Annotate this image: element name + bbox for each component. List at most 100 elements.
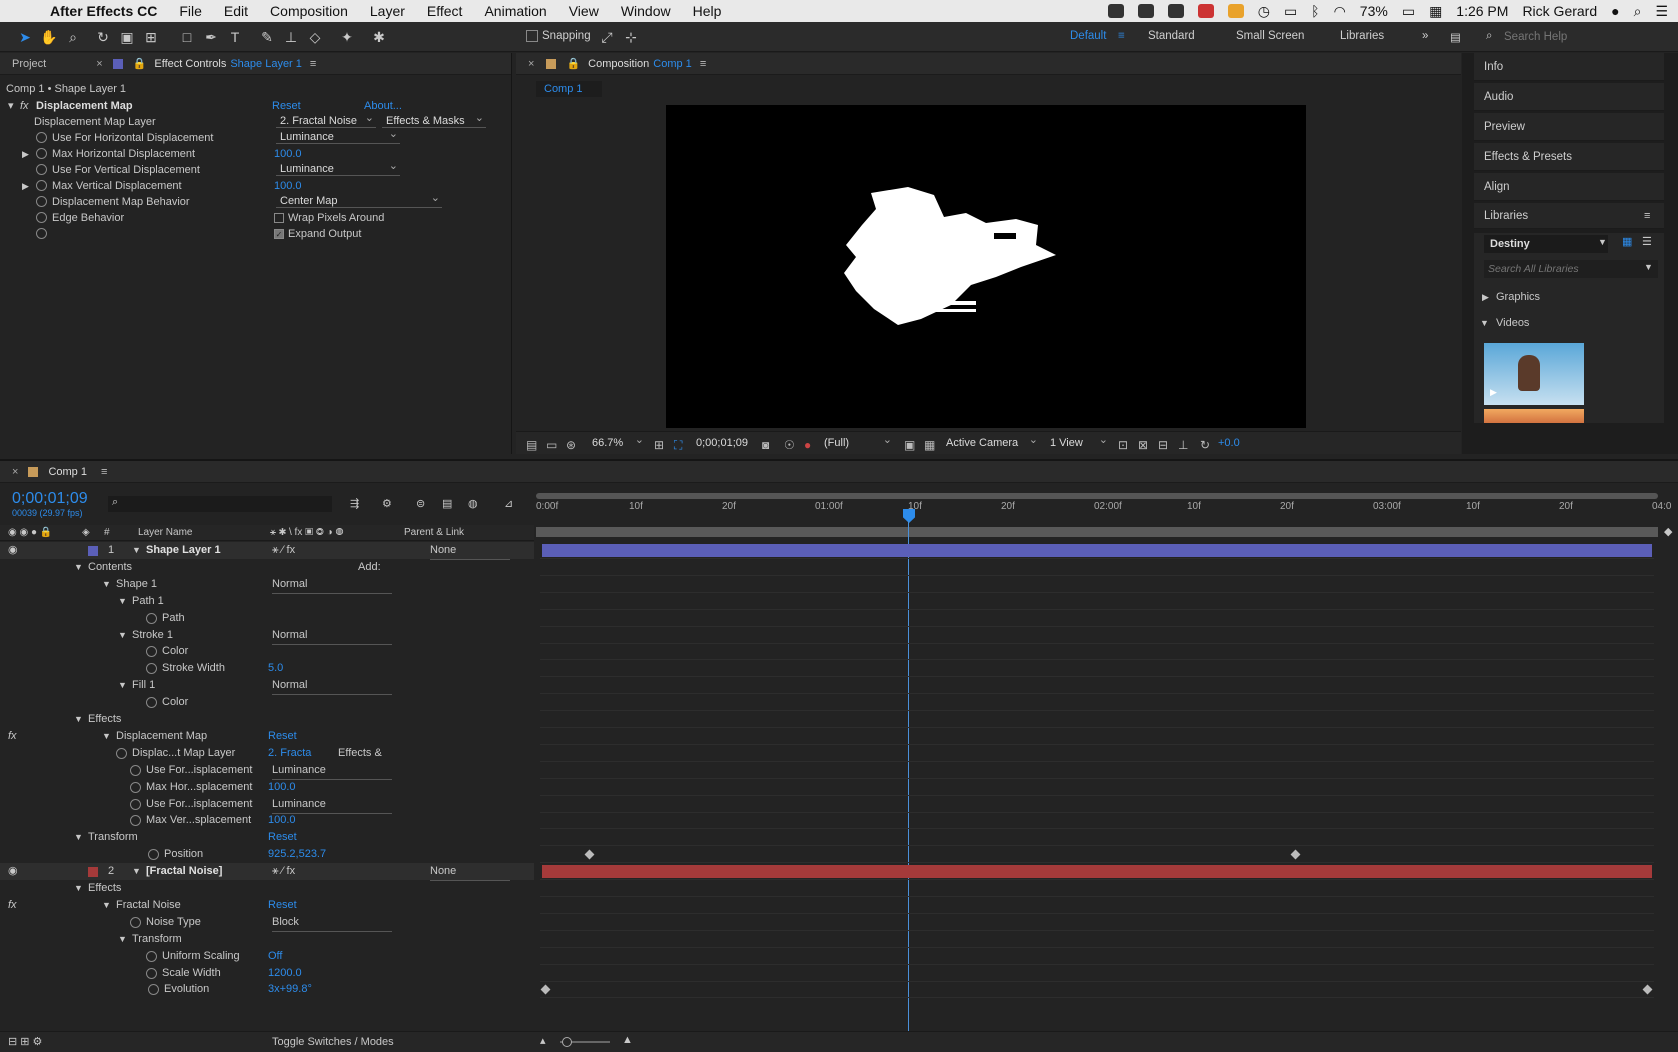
mode-dropdown[interactable]: Luminance <box>272 762 392 780</box>
shy-layers-icon[interactable]: ⊜ <box>416 497 425 510</box>
expand-arrow-icon[interactable]: ▶ <box>22 146 29 162</box>
search-help-input[interactable] <box>1504 28 1664 46</box>
stopwatch-icon[interactable] <box>130 764 141 776</box>
property-row[interactable]: Displac...t Map Layer 2. Fracta Effects & <box>0 745 534 762</box>
property-row[interactable]: ▼ Stroke 1 Normal <box>0 627 534 645</box>
tab-effect-controls-layer[interactable]: Shape Layer 1 <box>230 58 302 70</box>
stopwatch-icon[interactable] <box>146 663 157 675</box>
snapshot-icon[interactable]: ◙ <box>762 438 769 452</box>
bluetooth-icon[interactable]: ᛒ <box>1311 3 1319 19</box>
twirl-arrow-icon[interactable]: ▼ <box>74 829 83 846</box>
stopwatch-icon[interactable] <box>36 212 47 223</box>
visibility-eye-icon[interactable]: ◉ <box>8 542 18 559</box>
sync-settings-icon[interactable]: ▤ <box>1450 30 1461 44</box>
property-row[interactable]: ▼ Fractal Noise Reset fx <box>0 897 534 914</box>
show-snapshot-icon[interactable]: ☉ <box>784 438 795 452</box>
stopwatch-icon[interactable] <box>146 967 157 979</box>
stopwatch-icon[interactable] <box>146 950 157 962</box>
timeline-track[interactable] <box>540 610 1654 627</box>
stopwatch-icon[interactable] <box>36 148 47 159</box>
timeline-track[interactable] <box>540 576 1654 593</box>
timeline-track[interactable] <box>540 981 1654 999</box>
flowchart-icon[interactable]: ⊥ <box>1178 438 1188 452</box>
timeline-track[interactable] <box>540 863 1654 881</box>
menu-composition[interactable]: Composition <box>270 3 348 19</box>
panel-menu-icon[interactable]: ≡ <box>310 58 316 70</box>
stopwatch-icon[interactable] <box>36 164 47 175</box>
creative-cloud-icon[interactable] <box>1137 4 1154 18</box>
stopwatch-icon[interactable] <box>146 697 157 709</box>
property-row[interactable]: ▼ Displacement Map Reset fx <box>0 728 534 745</box>
property-row[interactable]: Color <box>0 643 534 660</box>
wifi-icon[interactable]: ◠ <box>1334 3 1346 20</box>
property-row[interactable]: Max Ver...splacement 100.0 <box>0 812 534 829</box>
timeline-icon[interactable]: ⊟ <box>1158 438 1168 452</box>
timeline-track[interactable] <box>540 593 1654 610</box>
tab-timeline-comp[interactable]: Comp 1 <box>48 466 87 478</box>
timeline-track[interactable] <box>540 948 1654 965</box>
calendar-icon[interactable]: ▦ <box>1429 3 1442 20</box>
property-row[interactable]: ▼ Path 1 <box>0 593 534 610</box>
layer-switches[interactable]: ⚹ ⁄ fx <box>272 863 295 880</box>
pan-behind-tool-icon[interactable]: ⊞ <box>142 28 160 46</box>
stopwatch-icon[interactable] <box>148 849 159 861</box>
stopwatch-icon[interactable] <box>130 798 141 810</box>
layer-duration-bar[interactable] <box>542 865 1652 879</box>
twirl-arrow-icon[interactable]: ▼ <box>132 542 141 559</box>
workspace-standard[interactable]: Standard <box>1148 30 1195 42</box>
visibility-eye-icon[interactable]: ◉ <box>8 863 18 880</box>
panel-effects-presets[interactable]: Effects & Presets <box>1474 143 1664 171</box>
monitor-icon[interactable]: ▭ <box>546 438 557 452</box>
layer-row[interactable]: ▼ 2 ◉ None ⚹ ⁄ fx [Fractal Noise] <box>0 863 534 882</box>
stopwatch-icon[interactable] <box>130 781 141 793</box>
timeline-track[interactable] <box>540 745 1654 762</box>
work-area-bar[interactable] <box>536 493 1658 499</box>
frame-blending-icon[interactable]: ▤ <box>442 497 452 510</box>
reset-exposure-icon[interactable]: ↻ <box>1200 438 1210 452</box>
always-preview-icon[interactable]: ▤ <box>526 438 537 452</box>
workspace-small-screen[interactable]: Small Screen <box>1236 30 1304 42</box>
comp-viewer[interactable] <box>666 105 1306 428</box>
list-view-icon[interactable]: ☰ <box>1642 235 1652 248</box>
mode-dropdown[interactable]: Normal <box>272 576 392 594</box>
timeline-track[interactable] <box>540 627 1654 644</box>
puppet-tool-icon[interactable]: ✱ <box>370 28 388 46</box>
map-behavior-dropdown[interactable]: Center Map <box>276 191 442 208</box>
timeline-track[interactable] <box>540 694 1654 712</box>
siri-icon[interactable]: ● <box>1611 3 1619 19</box>
stopwatch-icon[interactable] <box>130 815 141 827</box>
layer-color-label[interactable] <box>88 546 98 556</box>
stopwatch-icon[interactable] <box>36 180 47 191</box>
timeline-track[interactable] <box>540 931 1654 948</box>
menu-layer[interactable]: Layer <box>370 3 405 19</box>
comp-subtab[interactable]: Comp 1 <box>536 81 602 97</box>
twirl-arrow-icon[interactable]: ▼ <box>102 728 111 745</box>
layer-color-label[interactable] <box>88 867 98 878</box>
timeline-track[interactable] <box>540 542 1654 559</box>
clone-stamp-tool-icon[interactable]: ⊥ <box>282 28 300 46</box>
motion-blur-icon[interactable]: ◍ <box>468 497 478 510</box>
panel-audio[interactable]: Audio <box>1474 83 1664 111</box>
property-value[interactable]: 100.0 <box>268 812 296 829</box>
library-select[interactable]: Destiny <box>1484 235 1608 253</box>
comp-marker-bin-icon[interactable]: ◆ <box>1664 525 1672 538</box>
keyframe[interactable] <box>584 849 595 860</box>
view-layout-dropdown[interactable]: 1 View <box>1048 433 1110 450</box>
app-icon[interactable] <box>1167 4 1184 18</box>
lock-icon[interactable]: 🔒 <box>133 57 147 70</box>
column-layer-name[interactable]: Layer Name <box>138 525 192 541</box>
notifications-icon[interactable]: ☰ <box>1655 3 1668 20</box>
toggle-pixel-aspect-icon[interactable]: ⊡ <box>1118 438 1128 452</box>
app-icon-red[interactable] <box>1197 4 1214 18</box>
stopwatch-icon[interactable] <box>146 612 157 624</box>
rotate-tool-icon[interactable]: ↻ <box>94 28 112 46</box>
graph-editor-icon[interactable]: ⊿ <box>504 497 513 510</box>
snapping-checkbox[interactable] <box>526 30 538 42</box>
property-row[interactable]: Stroke Width 5.0 <box>0 660 534 677</box>
graphics-section[interactable]: Graphics <box>1496 291 1540 303</box>
vertical-channel-dropdown[interactable]: Luminance <box>276 159 400 176</box>
chevron-down-icon[interactable]: ▼ <box>1598 237 1607 247</box>
camera-dropdown[interactable]: Active Camera <box>944 433 1040 450</box>
menu-animation[interactable]: Animation <box>484 3 546 19</box>
property-row[interactable]: ▼ Shape 1 Normal <box>0 576 534 594</box>
